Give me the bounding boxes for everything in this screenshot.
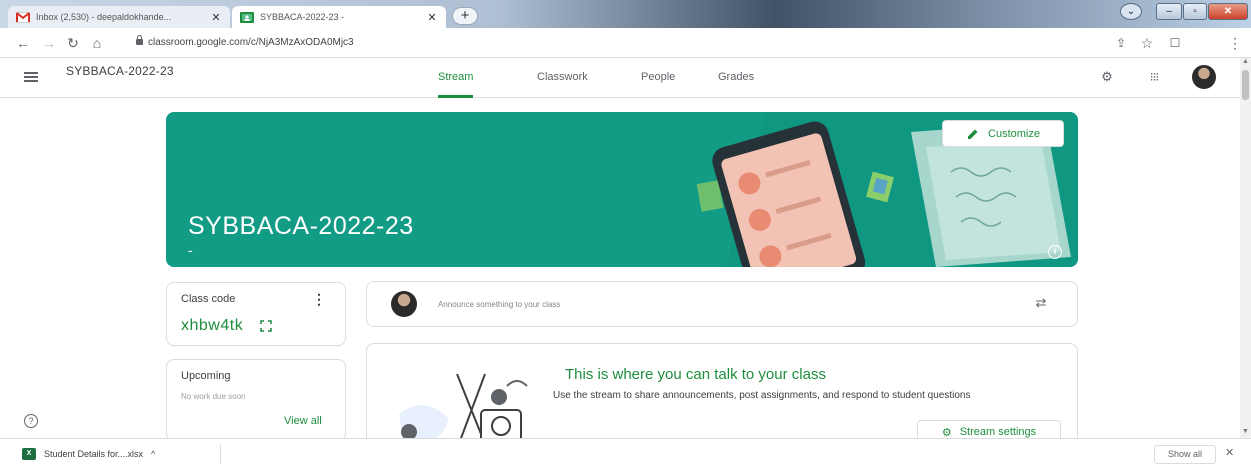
page-title[interactable]: SYBBACA-2022-23: [66, 64, 174, 78]
apps-grid-icon[interactable]: ⁝⁝⁝: [1143, 66, 1165, 88]
banner-section: -: [188, 242, 193, 258]
help-icon[interactable]: ?: [24, 414, 38, 428]
tab-classwork[interactable]: Classwork: [537, 71, 588, 98]
page-scrollbar[interactable]: ▲ ▼: [1240, 58, 1251, 438]
announce-box[interactable]: Announce something to your class ⇄: [366, 281, 1078, 327]
stream-empty-body: Use the stream to share announcements, p…: [553, 390, 971, 401]
customize-button[interactable]: Customize: [942, 120, 1064, 147]
more-vert-icon[interactable]: ⋮: [312, 291, 326, 308]
class-code-value: xhbw4tk: [181, 317, 244, 334]
stream-settings-label: Stream settings: [959, 426, 1037, 438]
scroll-up-icon[interactable]: ▲: [1241, 58, 1250, 65]
browser-toolbar: ← → ↻ ⌂ classroom.google.com/c/NjA3MzAxO…: [0, 28, 1251, 78]
close-icon[interactable]: ✕: [1225, 446, 1234, 459]
home-icon[interactable]: ⌂: [88, 34, 106, 52]
tab-grades[interactable]: Grades: [718, 71, 754, 98]
upcoming-label: Upcoming: [181, 370, 231, 382]
reload-icon[interactable]: ↻: [64, 34, 82, 52]
view-all-link[interactable]: View all: [284, 415, 322, 427]
user-avatar: [391, 291, 417, 317]
browser-tab-gmail[interactable]: Inbox (2,530) - deepaldokhande... ✕: [8, 6, 230, 28]
tab-title: SYBBACA-2022-23 -: [260, 12, 345, 22]
share-icon[interactable]: ⇪: [1112, 34, 1130, 52]
stream-empty-card: This is where you can talk to your class…: [366, 343, 1078, 453]
gmail-icon: [16, 11, 30, 23]
download-item[interactable]: X Student Details for....xlsx ^: [22, 446, 155, 462]
classroom-header: SYBBACA-2022-23 Stream Classwork People …: [0, 58, 1240, 98]
scrollbar-thumb[interactable]: [1242, 70, 1249, 100]
browser-tab-strip: Inbox (2,530) - deepaldokhande... ✕ SYBB…: [0, 0, 1251, 28]
tab-people[interactable]: People: [641, 71, 675, 98]
repost-icon[interactable]: ⇄: [1033, 295, 1049, 311]
lock-icon[interactable]: [136, 35, 143, 45]
back-icon[interactable]: ←: [14, 34, 32, 52]
info-icon[interactable]: i: [1048, 245, 1062, 259]
banner-class-title: SYBBACA-2022-23: [188, 212, 414, 240]
settings-gear-icon[interactable]: ⚙: [1096, 66, 1118, 88]
scroll-down-icon[interactable]: ▼: [1241, 428, 1250, 435]
download-file-name: Student Details for....xlsx: [44, 449, 144, 459]
minimize-button[interactable]: –: [1156, 3, 1182, 20]
forward-icon[interactable]: →: [40, 34, 58, 52]
tab-search-icon[interactable]: ☐: [1166, 34, 1184, 52]
upcoming-card: Upcoming No work due soon View all: [166, 359, 346, 441]
close-tab-icon[interactable]: ✕: [426, 11, 438, 24]
upcoming-empty-text: No work due soon: [181, 392, 246, 401]
class-code-label: Class code: [181, 293, 236, 305]
account-avatar[interactable]: [1192, 65, 1216, 89]
classroom-icon: [240, 11, 254, 23]
new-tab-button[interactable]: +: [452, 7, 478, 25]
fullscreen-icon[interactable]: [260, 320, 272, 332]
main-menu-icon[interactable]: [24, 72, 38, 82]
class-code-card: Class code ⋮ xhbw4tk: [166, 282, 346, 346]
browser-menu-icon[interactable]: ⋮: [1226, 34, 1244, 52]
bookmark-star-icon[interactable]: ☆: [1138, 34, 1156, 52]
close-window-button[interactable]: ✕: [1208, 3, 1248, 20]
class-banner: SYBBACA-2022-23 - Customize i: [166, 112, 1078, 267]
address-bar[interactable]: classroom.google.com/c/NjA3MzAxODA0Mjc3: [148, 35, 354, 51]
divider: [220, 444, 221, 464]
pencil-icon: [968, 129, 978, 139]
download-bar: X Student Details for....xlsx ^ Show all…: [0, 438, 1251, 469]
tab-title: Inbox (2,530) - deepaldokhande...: [36, 12, 172, 22]
show-all-button[interactable]: Show all: [1154, 445, 1216, 464]
announce-placeholder[interactable]: Announce something to your class: [438, 300, 560, 309]
close-tab-icon[interactable]: ✕: [210, 11, 222, 24]
gear-icon: ⚙: [941, 426, 952, 439]
chevron-down-icon[interactable]: ⌄: [1120, 3, 1142, 20]
maximize-button[interactable]: ▫: [1183, 3, 1207, 20]
customize-label: Customize: [988, 127, 1040, 140]
browser-tab-classroom[interactable]: SYBBACA-2022-23 - ✕: [232, 6, 446, 28]
stream-empty-title: This is where you can talk to your class: [565, 366, 826, 383]
tab-stream[interactable]: Stream: [438, 71, 474, 98]
excel-file-icon: X: [22, 448, 36, 460]
chevron-up-icon[interactable]: ^: [151, 449, 155, 459]
